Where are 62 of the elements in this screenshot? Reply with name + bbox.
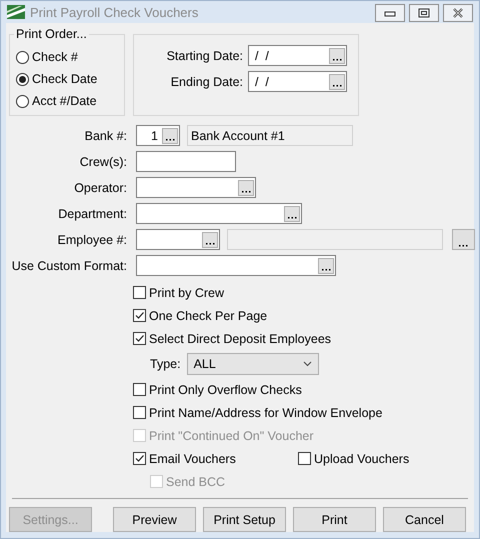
browse-button[interactable] xyxy=(238,180,254,196)
group-label: Print Order... xyxy=(14,27,89,41)
radio-button[interactable]: Acct #/Date xyxy=(16,93,124,109)
checkbox[interactable]: Print by Crew xyxy=(133,284,471,301)
type-dropdown[interactable]: ALL xyxy=(186,353,319,375)
field-label: Bank #: xyxy=(84,128,127,142)
maximize-icon xyxy=(418,8,430,18)
close-button[interactable] xyxy=(443,4,473,22)
dialog-button[interactable]: Preview xyxy=(113,507,196,532)
field-label: Department: xyxy=(57,206,127,220)
dialog-button: Settings... xyxy=(9,507,92,532)
checkmark-icon xyxy=(134,453,145,464)
date-field[interactable]: / / xyxy=(248,45,347,66)
input-field[interactable] xyxy=(136,203,302,224)
browse-button[interactable] xyxy=(329,74,345,90)
radio-button[interactable]: Check Date xyxy=(16,71,124,87)
input-field[interactable] xyxy=(136,229,220,250)
checkbox[interactable]: Upload Vouchers xyxy=(298,450,410,467)
browse-button[interactable] xyxy=(329,48,345,64)
field-label: Crew(s): xyxy=(78,154,127,168)
close-icon xyxy=(452,8,464,18)
field-label: Ending Date: xyxy=(170,74,243,88)
browse-button[interactable] xyxy=(162,128,178,144)
browse-button[interactable] xyxy=(318,258,334,274)
ellipsis-icon xyxy=(166,138,174,140)
checkbox[interactable]: Select Direct Deposit Employees xyxy=(133,330,471,347)
ellipsis-icon xyxy=(322,268,330,270)
dialog-button[interactable]: Print xyxy=(293,507,376,532)
input-field[interactable] xyxy=(136,151,236,172)
field-label: Starting Date: xyxy=(166,48,243,62)
checkmark-icon xyxy=(134,310,145,321)
ellipsis-icon xyxy=(242,190,250,192)
logo-icon xyxy=(7,5,25,19)
maximize-button[interactable] xyxy=(409,4,439,22)
ellipsis-icon xyxy=(288,216,296,218)
input-field[interactable] xyxy=(136,177,256,198)
field-label: Type: xyxy=(150,357,181,371)
dialog-button[interactable]: Cancel xyxy=(383,507,466,532)
dialog-button[interactable]: Print Setup xyxy=(203,507,286,532)
minimize-button[interactable] xyxy=(375,4,405,22)
checkbox[interactable]: Print Name/Address for Window Envelope xyxy=(133,404,471,421)
checkmark-icon xyxy=(134,333,145,344)
input-field[interactable] xyxy=(136,255,336,276)
date-field[interactable]: / / xyxy=(248,71,347,92)
checkbox[interactable]: Print Only Overflow Checks xyxy=(133,381,471,398)
browse-button[interactable] xyxy=(284,206,300,222)
ellipsis-icon xyxy=(332,58,342,60)
checkbox[interactable]: Email Vouchers xyxy=(133,450,298,467)
browse-button[interactable] xyxy=(202,232,218,248)
field-label: Operator: xyxy=(73,180,127,194)
ellipsis-icon xyxy=(332,84,342,86)
field-label: Use Custom Format: xyxy=(10,258,127,272)
ellipsis-icon xyxy=(459,244,468,247)
window-title: Print Payroll Check Vouchers xyxy=(30,4,200,20)
chevron-down-icon xyxy=(302,361,312,367)
input-field[interactable]: 1 xyxy=(136,125,180,146)
account-name-field: Bank Account #1 xyxy=(187,125,353,146)
field-label: Employee #: xyxy=(56,232,127,246)
ellipsis-icon xyxy=(206,242,214,244)
checkbox[interactable]: One Check Per Page xyxy=(133,307,471,324)
radio-button[interactable]: Check # xyxy=(16,49,124,65)
minimize-icon xyxy=(384,9,396,17)
